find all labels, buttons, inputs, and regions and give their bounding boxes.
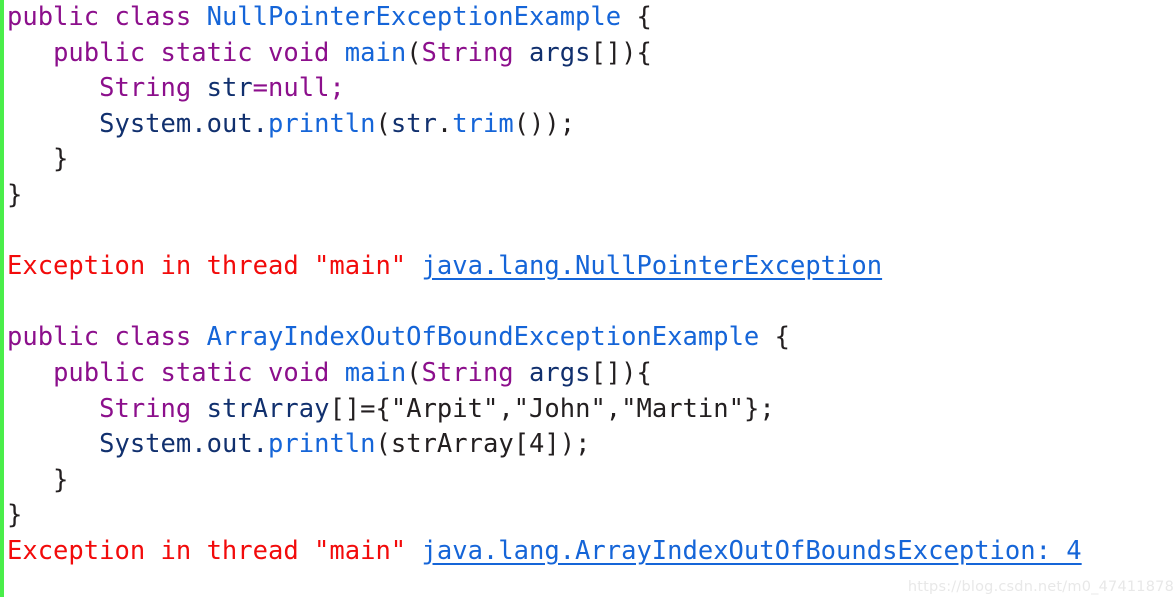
closing-brace: } xyxy=(7,464,69,495)
method-name-println: println xyxy=(268,429,376,460)
keyword-string: String xyxy=(99,393,192,424)
open-brace: { xyxy=(759,322,790,353)
method-name-trim: trim xyxy=(452,108,514,139)
array-initializer-open: []={ xyxy=(329,393,391,424)
dot: . xyxy=(191,429,207,460)
keyword-public-static-void: public static void xyxy=(53,357,345,388)
identifier-out: out xyxy=(206,108,253,139)
keyword-public-class: public class xyxy=(7,322,207,353)
exception-class-link[interactable]: java.lang.ArrayIndexOutOfBoundsException… xyxy=(422,536,1082,566)
index-close-semicolon: [4]); xyxy=(513,429,591,460)
keyword-string: String xyxy=(421,357,514,388)
exception-class-link[interactable]: java.lang.NullPointerException xyxy=(422,251,883,281)
keyword-public-class: public class xyxy=(7,2,207,32)
brackets-close-paren-brace: []){ xyxy=(590,357,652,388)
code-line-array-declaration: String strArray[]={"Arpit","John","Marti… xyxy=(7,392,1176,428)
code-line-string-declaration: String str=null; xyxy=(7,71,1176,107)
dot: . xyxy=(191,108,207,139)
exception-message-text: Exception in thread "main" xyxy=(7,251,422,282)
open-paren: ( xyxy=(375,429,391,460)
closing-brace: } xyxy=(7,179,23,210)
assignment-null: =null; xyxy=(252,73,345,104)
keyword-string: String xyxy=(421,37,514,68)
dot: . xyxy=(436,108,453,139)
open-paren: ( xyxy=(406,357,422,388)
code-line-class-decl-2: public class ArrayIndexOutOfBoundExcepti… xyxy=(7,320,1176,356)
identifier-str: str xyxy=(390,108,437,139)
code-line-close-method-1: } xyxy=(7,142,1176,178)
string-literals: "Arpit","John","Martin" xyxy=(390,393,744,424)
identifier-system: System xyxy=(99,108,192,139)
method-name-main: main xyxy=(344,37,407,68)
closing-brace: } xyxy=(7,500,23,531)
dot: . xyxy=(252,108,269,139)
code-line-close-class-2: } xyxy=(7,498,1176,534)
class-name-nullpointerexceptionexample: NullPointerExceptionExample xyxy=(206,2,622,32)
green-accent-bar xyxy=(0,0,4,597)
code-line-main-signature-2: public static void main(String args[]){ xyxy=(7,356,1176,392)
exception-line-arrayindexoutofbounds: Exception in thread "main" java.lang.Arr… xyxy=(7,534,1176,570)
code-snippet-page: public class NullPointerExceptionExample… xyxy=(0,0,1176,597)
open-paren: ( xyxy=(375,108,391,139)
open-paren: ( xyxy=(406,37,422,68)
method-name-println: println xyxy=(268,108,376,139)
code-line-class-decl-1: public class NullPointerExceptionExample… xyxy=(7,0,1176,36)
close-parens-semicolon: ()); xyxy=(513,108,576,139)
code-line-main-signature-1: public static void main(String args[]){ xyxy=(7,36,1176,72)
brackets-close-paren-brace: []){ xyxy=(590,37,652,68)
class-name-arrayindexoutofboundexceptionexample: ArrayIndexOutOfBoundExceptionExample xyxy=(206,322,760,353)
identifier-args: args xyxy=(529,357,591,388)
code-content-area: public class NullPointerExceptionExample… xyxy=(7,0,1176,597)
code-line-println-trim: System.out.println(str.trim()); xyxy=(7,107,1176,143)
exception-line-nullpointer: Exception in thread "main" java.lang.Nul… xyxy=(7,249,1176,285)
code-line-close-class-1: } xyxy=(7,178,1176,214)
identifier-str: str xyxy=(206,73,253,104)
closing-brace: } xyxy=(7,144,69,175)
method-name-main: main xyxy=(344,357,407,388)
identifier-system: System xyxy=(99,429,192,460)
open-brace: { xyxy=(621,2,652,32)
dot: . xyxy=(252,429,269,460)
identifier-strarray: strArray xyxy=(390,429,514,460)
identifier-out: out xyxy=(206,429,253,460)
keyword-public-static-void: public static void xyxy=(53,37,345,68)
identifier-args: args xyxy=(529,37,591,68)
exception-message-text: Exception in thread "main" xyxy=(7,535,422,566)
array-initializer-close: }; xyxy=(743,393,775,424)
watermark-url: https://blog.csdn.net/m0_47411878 xyxy=(907,579,1174,595)
code-line-close-method-2: } xyxy=(7,463,1176,499)
code-line-println-array: System.out.println(strArray[4]); xyxy=(7,427,1176,463)
keyword-string: String xyxy=(99,73,192,104)
identifier-strarray: strArray xyxy=(206,393,330,424)
